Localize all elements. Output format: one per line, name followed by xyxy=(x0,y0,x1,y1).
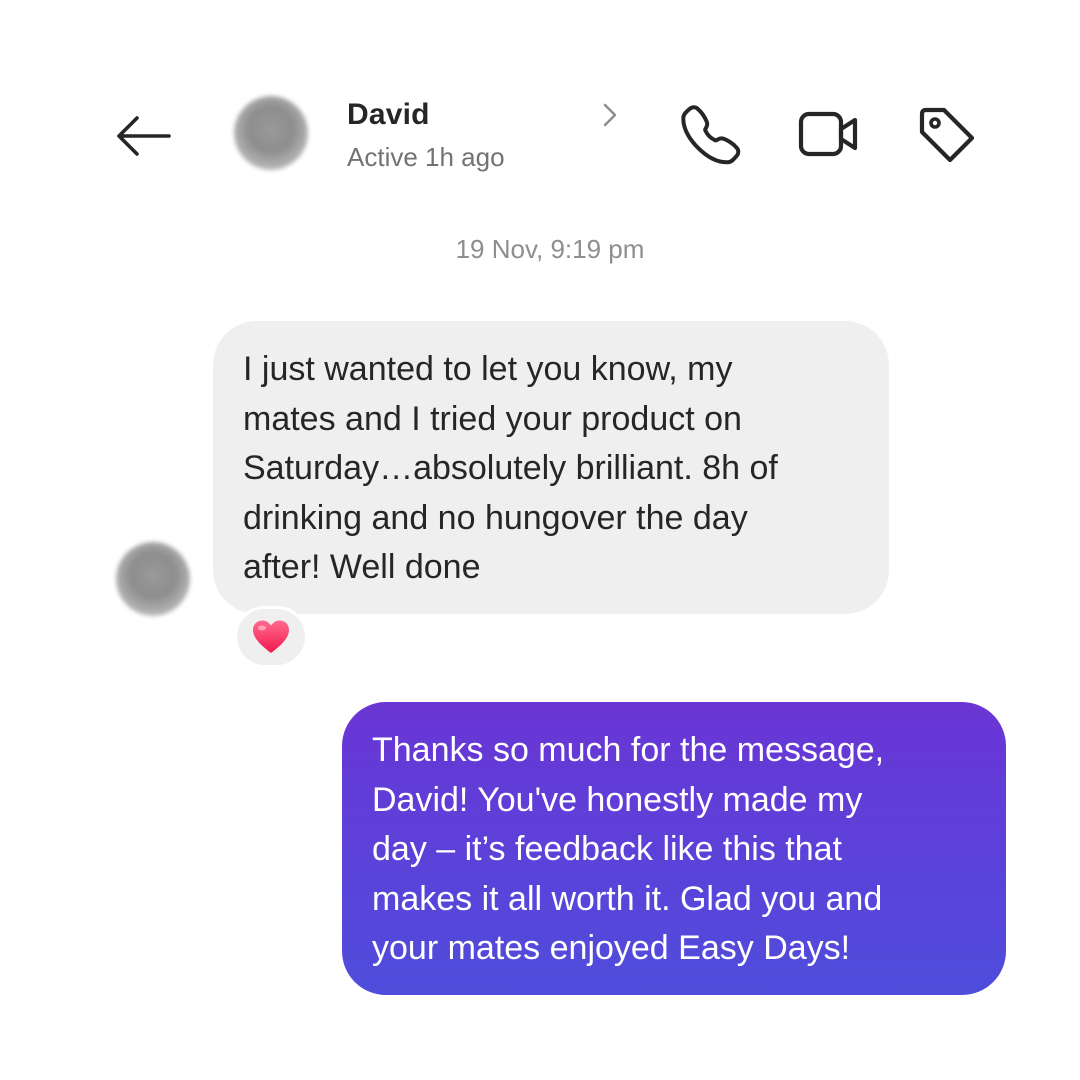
message-line: day – it’s feedback like this that xyxy=(372,830,842,868)
message-line: Thanks so much for the message, xyxy=(372,731,885,769)
arrow-left-icon xyxy=(117,116,171,156)
heart-reaction[interactable] xyxy=(234,606,308,668)
red-heart-icon xyxy=(253,620,289,653)
incoming-message-bubble[interactable]: I just wanted to let you know, my mates … xyxy=(213,321,889,614)
phone-icon xyxy=(681,105,741,165)
audio-call-button[interactable] xyxy=(678,102,744,168)
message-timestamp: 19 Nov, 9:19 pm xyxy=(455,234,645,264)
video-call-button[interactable] xyxy=(796,102,862,168)
message-line: drinking and no hungover the day xyxy=(243,498,748,537)
tag-icon xyxy=(919,107,975,163)
sender-avatar[interactable] xyxy=(116,542,190,616)
message-line: David! You've honestly made my xyxy=(372,780,863,819)
contact-avatar[interactable] xyxy=(234,96,308,170)
message-line: I just wanted to let you know, my xyxy=(243,350,733,388)
message-line: after! Well done xyxy=(243,548,481,586)
chevron-right-icon xyxy=(603,103,617,127)
message-line: your mates enjoyed Easy Days! xyxy=(372,929,851,967)
tag-button[interactable] xyxy=(914,102,980,168)
message-line: mates and I tried your product on xyxy=(243,399,742,438)
back-button[interactable] xyxy=(108,106,178,166)
chat-screen: David Active 1h ago 19 Nov, 9:19 pm I ju… xyxy=(0,0,1080,1080)
message-line: Saturday…absolutely brilliant. 8h of xyxy=(243,449,778,487)
outgoing-message-bubble[interactable]: Thanks so much for the message, David! Y… xyxy=(342,702,1006,995)
message-line: makes it all worth it. Glad you and xyxy=(372,879,883,918)
contact-name: David xyxy=(347,98,430,131)
contact-status: Active 1h ago xyxy=(347,142,505,172)
video-camera-icon xyxy=(798,111,858,157)
contact-info[interactable]: David Active 1h ago xyxy=(347,96,617,180)
